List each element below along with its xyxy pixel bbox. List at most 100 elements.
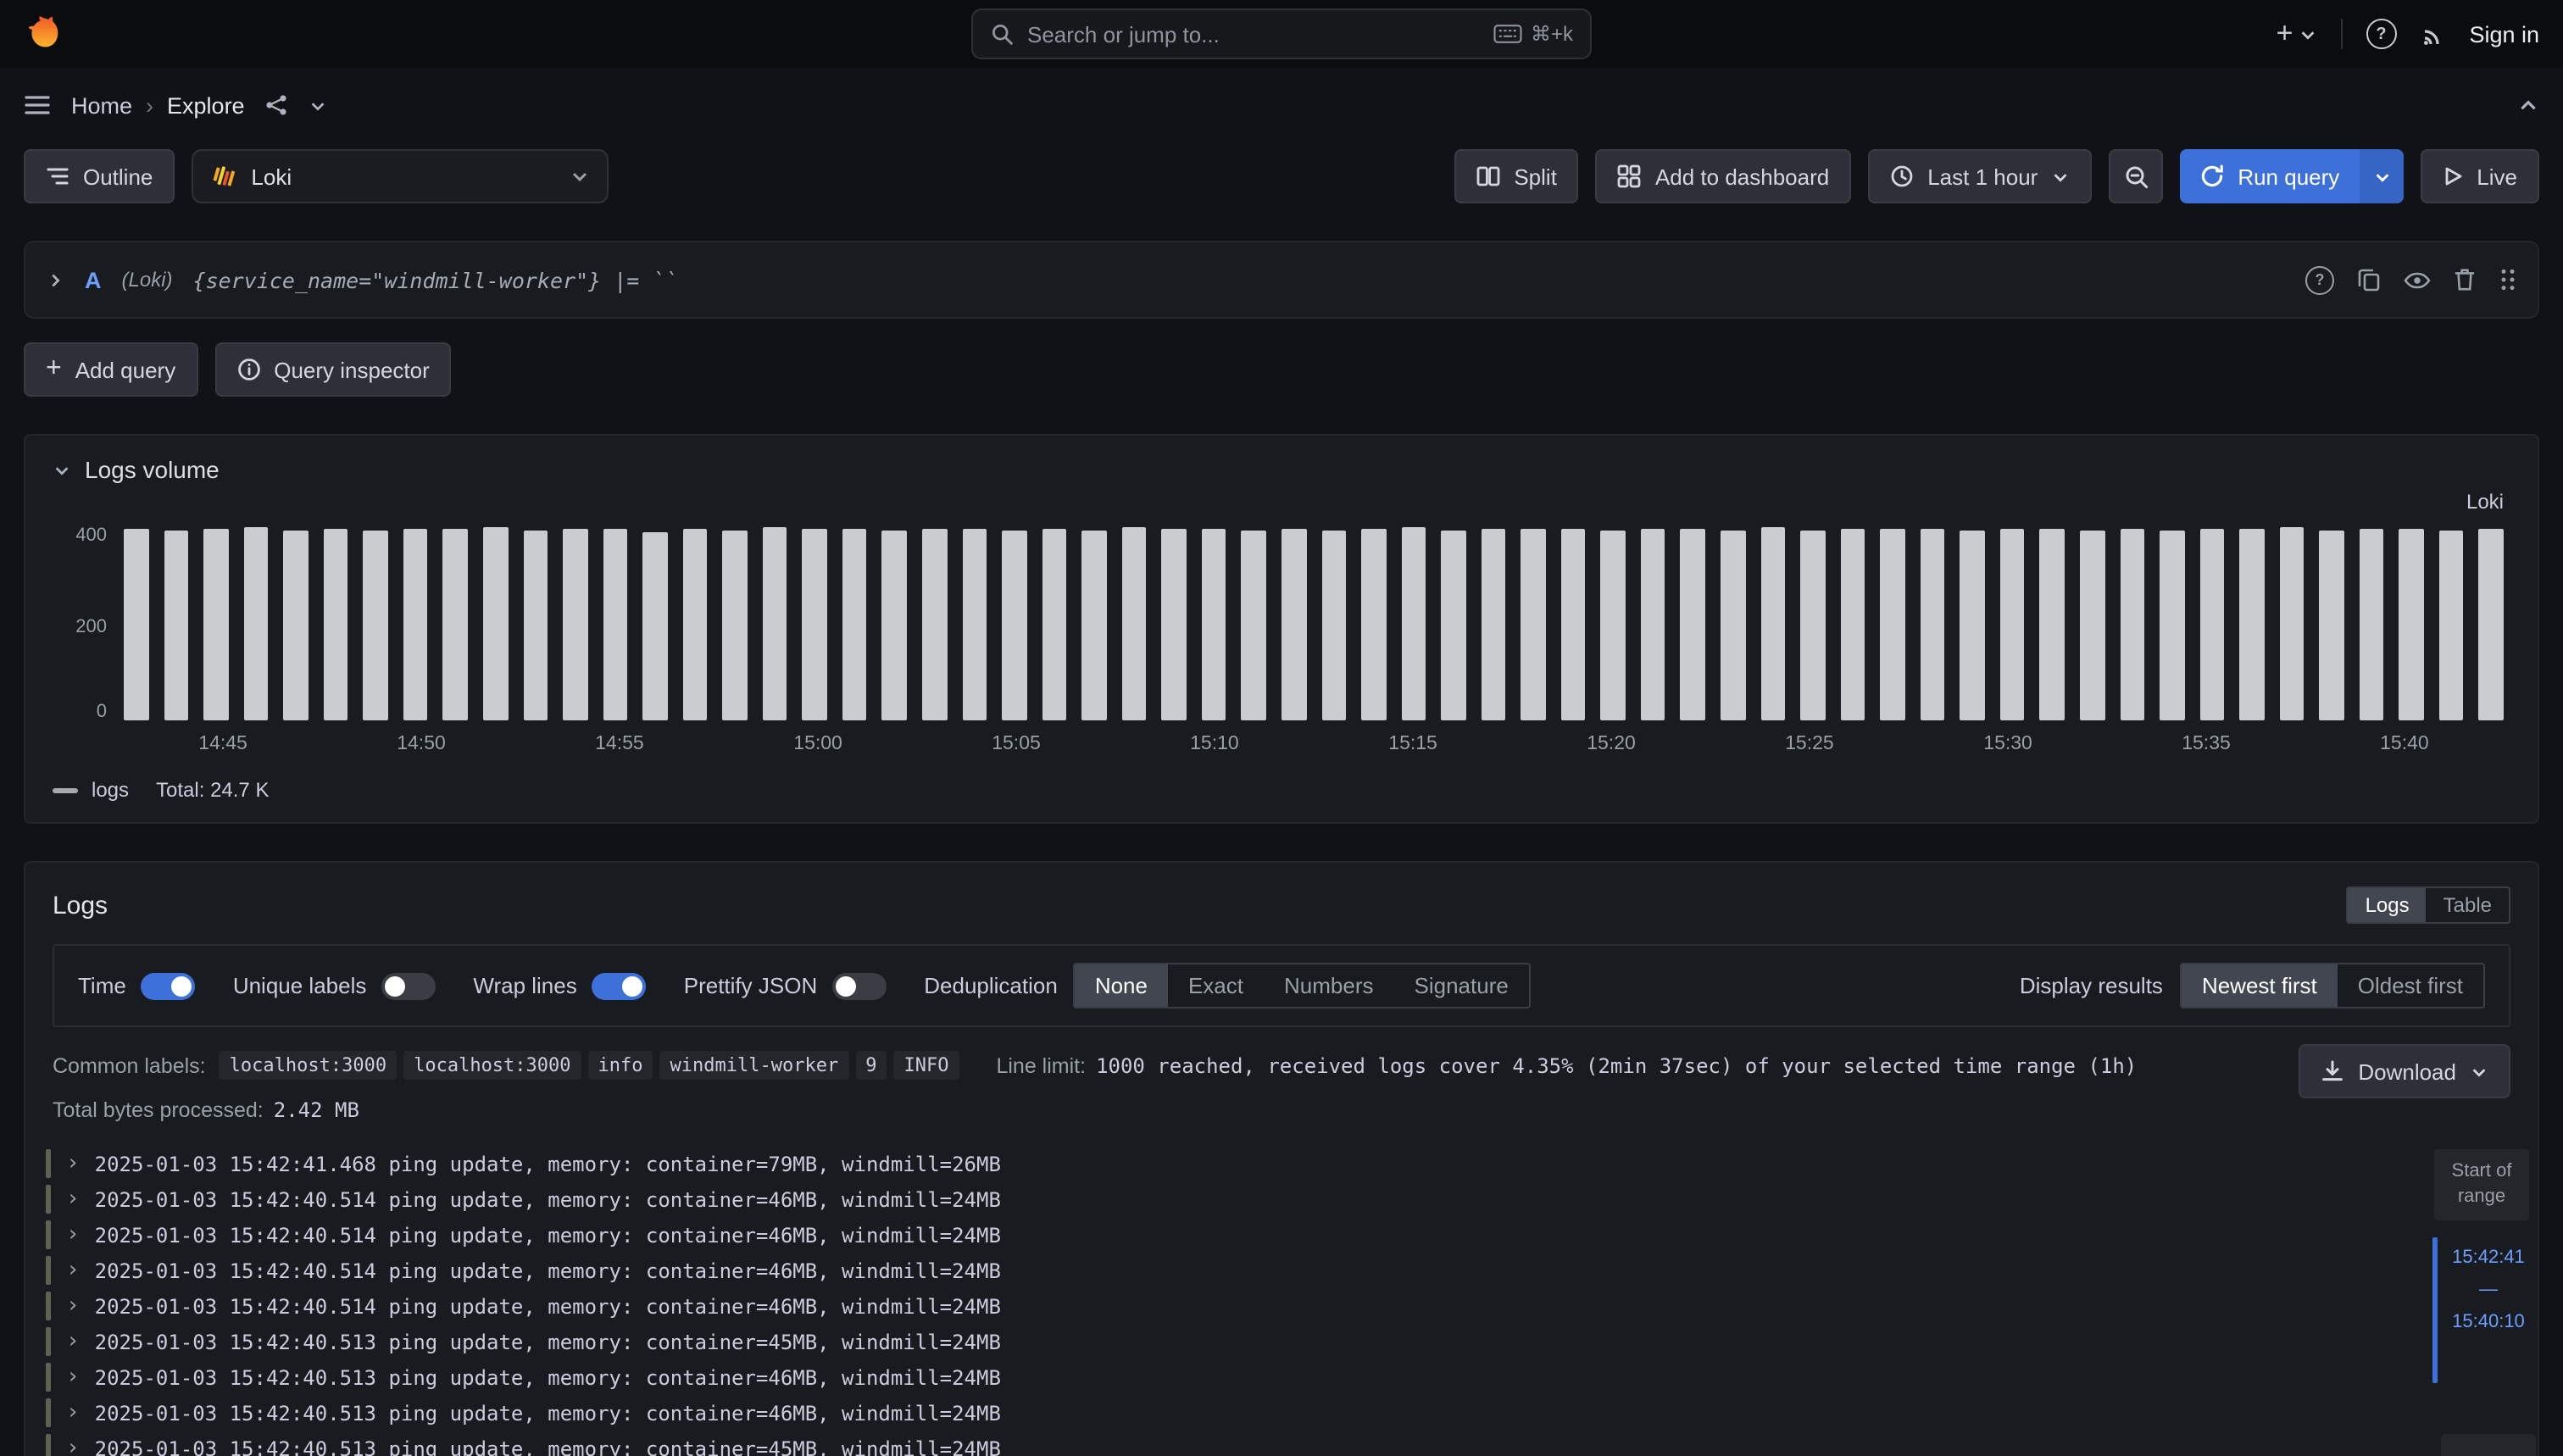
expand-log-row-icon[interactable]: › — [66, 1188, 80, 1210]
log-row[interactable]: ›2025-01-03 15:42:41.468 ping update, me… — [46, 1146, 2510, 1181]
expand-log-row-icon[interactable]: › — [66, 1224, 80, 1246]
log-level-bar — [46, 1256, 51, 1285]
chart-legend[interactable]: logs Total: 24.7 K — [25, 761, 2538, 822]
expand-log-row-icon[interactable]: › — [66, 1366, 80, 1388]
volume-bar — [1321, 530, 1346, 720]
end-of-range-box[interactable] — [2441, 1434, 2536, 1456]
divider — [2340, 19, 2342, 49]
log-line-text: 2025-01-03 15:42:40.514 ping update, mem… — [95, 1223, 1001, 1247]
datasource-picker[interactable]: Loki — [192, 149, 609, 203]
order-option-oldest-first[interactable]: Oldest first — [2338, 964, 2483, 1007]
news-icon[interactable] — [2420, 21, 2445, 47]
share-icon[interactable] — [265, 93, 289, 117]
log-row[interactable]: › 2025-01-03 15:42:40.514 ping update, me… — [46, 1217, 2510, 1253]
log-line-text: 2025-01-03 15:42:40.514 ping update, mem… — [95, 1187, 1001, 1211]
log-row[interactable]: ›2025-01-03 15:42:40.514 ping update, me… — [46, 1253, 2510, 1288]
volume-bar — [642, 531, 667, 720]
time-toggle[interactable] — [142, 972, 196, 999]
volume-bar — [1721, 530, 1745, 720]
view-option-logs[interactable]: Logs — [2349, 888, 2427, 922]
search-shortcut: ⌘+k — [1493, 22, 1573, 46]
delete-query-trash-icon[interactable] — [2455, 268, 2475, 292]
drag-handle-icon[interactable] — [2499, 268, 2517, 292]
expand-log-row-icon[interactable]: › — [66, 1402, 80, 1424]
volume-bar — [1880, 530, 1904, 720]
breadcrumb-home[interactable]: Home — [71, 92, 132, 118]
grafana-explore-page: Search or jump to... ⌘+k + ? Sign in — [0, 0, 2563, 1456]
prettify-json-toggle[interactable] — [832, 972, 887, 999]
plus-icon: + — [2277, 17, 2293, 51]
info-icon — [236, 358, 260, 381]
dedup-option-exact[interactable]: Exact — [1168, 964, 1264, 1007]
view-option-table[interactable]: Table — [2427, 888, 2509, 922]
expand-log-row-icon[interactable]: › — [66, 1259, 80, 1281]
logs-volume-title: Logs volume — [85, 456, 220, 483]
log-line-text: 2025-01-03 15:42:40.514 ping update, mem… — [95, 1294, 1001, 1318]
live-button[interactable]: Live — [2421, 149, 2539, 203]
log-row[interactable]: ›2025-01-03 15:42:40.513 ping update, me… — [46, 1324, 2510, 1359]
dedup-option-none[interactable]: None — [1075, 964, 1168, 1007]
query-actions: + Add query Query inspector — [24, 342, 2539, 397]
zoom-out-icon — [2123, 164, 2149, 189]
sign-in-link[interactable]: Sign in — [2469, 21, 2539, 47]
sort-order-options: Newest first Oldest first — [2180, 963, 2485, 1009]
search-input[interactable]: Search or jump to... ⌘+k — [971, 8, 1592, 59]
expand-log-row-icon[interactable]: › — [66, 1331, 80, 1353]
log-row[interactable]: › 2025-01-03 15:42:40.513 ping update, me… — [46, 1395, 2510, 1431]
wrap-lines-toggle[interactable] — [592, 972, 647, 999]
breadcrumb-chevron-down-icon[interactable] — [309, 96, 328, 114]
help-icon[interactable]: ? — [2366, 19, 2396, 49]
menu-toggle-icon[interactable] — [24, 92, 51, 119]
volume-bar — [1401, 528, 1426, 720]
plus-icon: + — [46, 356, 62, 383]
x-tick-label: 14:55 — [595, 734, 644, 754]
query-help-icon[interactable]: ? — [2305, 265, 2334, 294]
time-range-picker[interactable]: Last 1 hour — [1868, 149, 2092, 203]
dedup-option-numbers[interactable]: Numbers — [1264, 964, 1394, 1007]
range-indicator-bar[interactable] — [2432, 1236, 2437, 1382]
copy-query-icon[interactable] — [2358, 268, 2380, 292]
log-row[interactable]: ›2025-01-03 15:42:40.513 ping update, me… — [46, 1359, 2510, 1395]
unique-labels-toggle[interactable] — [381, 972, 436, 999]
start-of-range-box: Start of range — [2434, 1149, 2529, 1220]
range-to: 15:40:10 — [2452, 1311, 2525, 1331]
volume-bar — [922, 528, 947, 720]
x-tick-label: 15:20 — [1587, 734, 1636, 754]
legend-series-name[interactable]: logs — [92, 778, 129, 802]
expand-log-row-icon[interactable]: › — [66, 1437, 80, 1456]
download-button[interactable]: Download — [2299, 1044, 2510, 1098]
run-query-options-caret[interactable] — [2360, 149, 2404, 203]
expand-query-chevron-icon[interactable] — [46, 270, 64, 289]
order-option-newest-first[interactable]: Newest first — [2182, 964, 2338, 1007]
volume-bar — [1162, 530, 1187, 720]
volume-bar — [842, 529, 867, 720]
add-to-dashboard-button[interactable]: Add to dashboard — [1596, 149, 1851, 203]
query-inspector-button[interactable]: Query inspector — [214, 342, 452, 397]
log-row[interactable]: ›2025-01-03 15:42:40.513 ping update, me… — [46, 1431, 2510, 1456]
run-query-button[interactable]: Run query — [2180, 149, 2360, 203]
collapse-logs-volume-chevron-icon[interactable] — [53, 460, 71, 479]
log-line-text: 2025-01-03 15:42:40.513 ping update, mem… — [95, 1401, 1001, 1425]
outline-button[interactable]: Outline — [24, 149, 175, 203]
expand-log-row-icon[interactable]: › — [66, 1153, 80, 1175]
logs-panel-title: Logs — [53, 891, 108, 920]
common-labels-label: Common labels: — [53, 1053, 206, 1077]
log-row[interactable]: › 2025-01-03 15:42:40.514 ping update, me… — [46, 1181, 2510, 1217]
query-editor-row[interactable]: A (Loki) {service_name="windmill-worker"… — [24, 241, 2539, 319]
add-query-button[interactable]: + Add query — [24, 342, 197, 397]
log-minimap[interactable]: Start of range 15:42:41 — 15:40:10 — [2432, 1149, 2531, 1331]
grafana-logo-icon[interactable] — [24, 15, 61, 53]
query-expression: {service_name="windmill-worker"} |= `` — [193, 267, 678, 292]
volume-bar — [1800, 531, 1825, 720]
split-button[interactable]: Split — [1454, 149, 1579, 203]
volume-bar — [1242, 531, 1266, 720]
collapse-toolbar-chevron-up-icon[interactable] — [2517, 94, 2539, 116]
zoom-out-button[interactable] — [2109, 149, 2163, 203]
hide-response-eye-icon[interactable] — [2404, 270, 2431, 289]
log-row[interactable]: › 2025-01-03 15:42:40.514 ping update, me… — [46, 1288, 2510, 1324]
expand-log-row-icon[interactable]: › — [66, 1295, 80, 1317]
add-new-button[interactable]: + — [2277, 17, 2317, 51]
volume-bar — [364, 531, 388, 720]
volume-bar — [1760, 528, 1785, 720]
dedup-option-signature[interactable]: Signature — [1394, 964, 1529, 1007]
